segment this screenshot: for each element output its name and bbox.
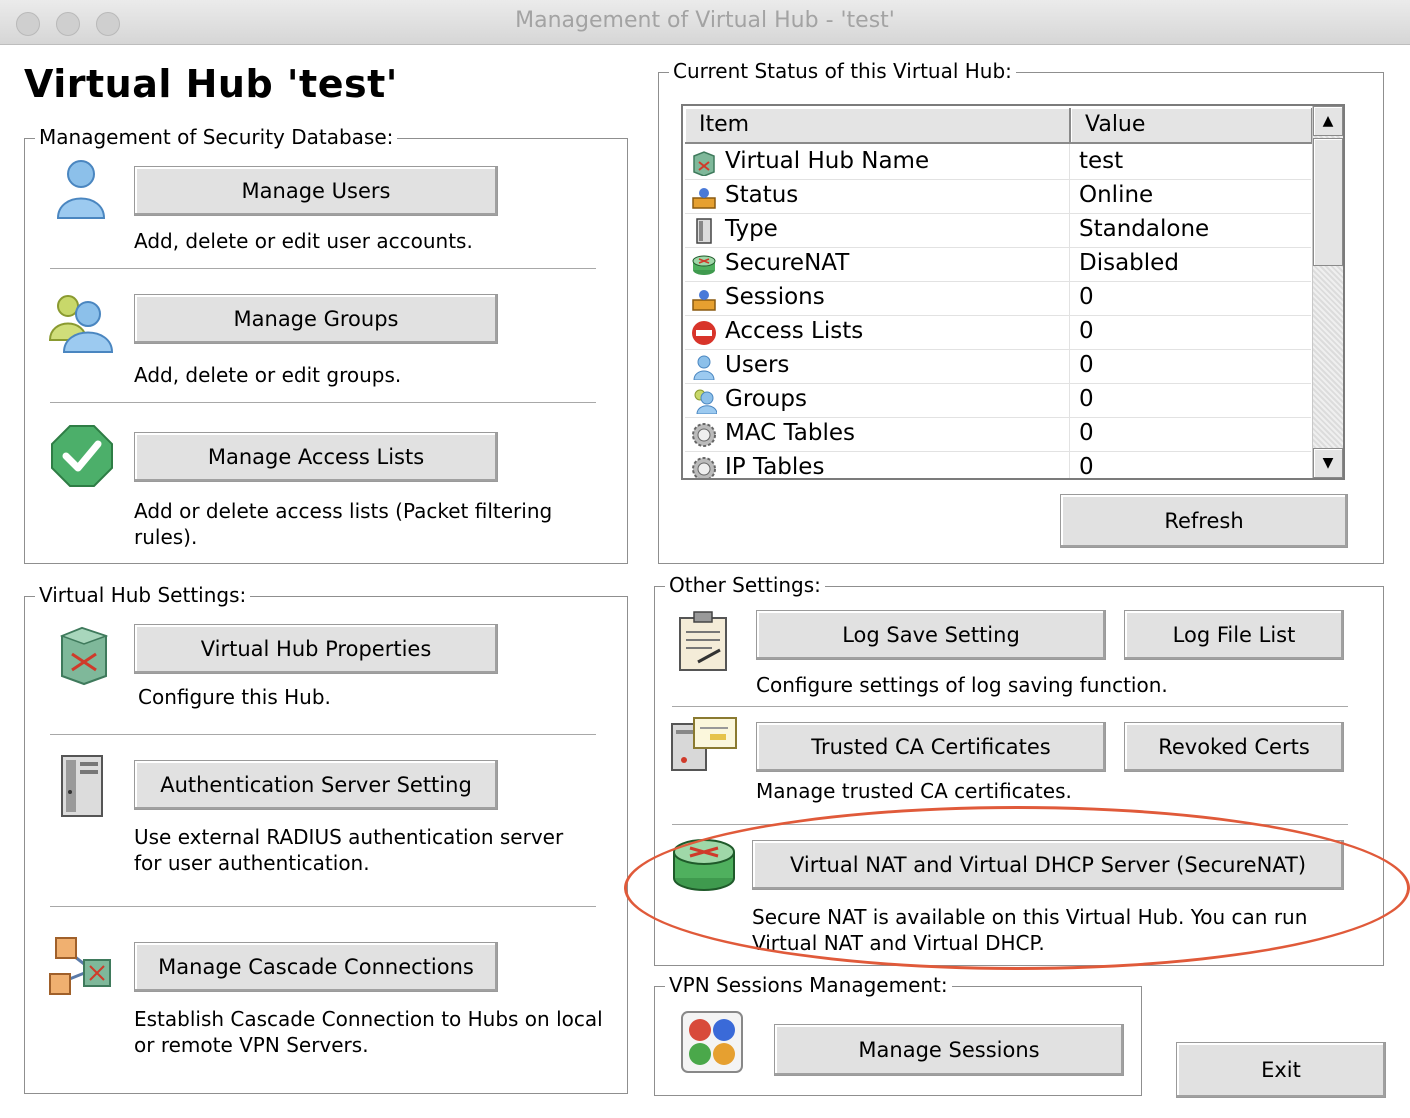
status-row[interactable]: MAC Tables 0 (685, 418, 1311, 452)
status-item-value: 0 (1079, 386, 1094, 412)
status-item-value: Online (1079, 182, 1154, 208)
current-status-legend: Current Status of this Virtual Hub: (669, 59, 1016, 83)
status-item-label: Status (725, 182, 799, 208)
status-item-value: 0 (1079, 284, 1094, 310)
virtual-hub-properties-desc: Configure this Hub. (138, 685, 331, 709)
status-list-view[interactable]: Item Value Virtual Hub Name test Status Onl… (681, 104, 1345, 480)
authentication-server-desc: Use external RADIUS authentication serve… (134, 825, 564, 875)
status-item-value: 0 (1079, 420, 1094, 446)
status-row[interactable]: IP Tables 0 (685, 452, 1311, 480)
status-item-label: Type (725, 216, 778, 242)
user-icon (56, 160, 106, 219)
log-save-setting-button[interactable]: Log Save Setting (756, 610, 1106, 660)
status-item-value: 0 (1079, 454, 1094, 480)
router-icon (692, 255, 716, 275)
checkmark-icon (51, 425, 113, 487)
status-row[interactable]: Sessions 0 (685, 282, 1311, 316)
separator (50, 268, 596, 272)
log-save-desc: Configure settings of log saving functio… (756, 673, 1168, 697)
no-entry-icon (692, 321, 716, 345)
status-item-label: Virtual Hub Name (725, 148, 930, 174)
separator (50, 402, 596, 406)
manage-cascade-desc: Establish Cascade Connection to Hubs on … (134, 1007, 603, 1057)
scroll-down-button[interactable]: ▼ (1313, 448, 1343, 478)
gear-icon (692, 423, 716, 447)
separator (50, 734, 596, 738)
column-header-item[interactable]: Item (685, 108, 1071, 144)
column-header-value[interactable]: Value (1071, 108, 1313, 144)
status-item-label: SecureNAT (725, 250, 850, 276)
vertical-scrollbar[interactable]: ▲ ▼ (1312, 106, 1343, 478)
authentication-server-button[interactable]: Authentication Server Setting (134, 760, 498, 810)
status-item-label: MAC Tables (725, 420, 856, 446)
status-item-value: Disabled (1079, 250, 1179, 276)
virtual-hub-properties-button[interactable]: Virtual Hub Properties (134, 624, 498, 674)
vpn-sessions-legend: VPN Sessions Management: (665, 973, 952, 997)
status-row[interactable]: Users 0 (685, 350, 1311, 384)
status-row[interactable]: Type Standalone (685, 214, 1311, 248)
group-icon (48, 295, 114, 353)
arrow-up-icon: ▲ (1322, 113, 1334, 129)
log-file-list-button[interactable]: Log File List (1124, 610, 1344, 660)
window-titlebar[interactable]: Management of Virtual Hub - 'test' (0, 0, 1410, 45)
status-icon (692, 188, 716, 209)
server-icon (696, 218, 712, 244)
manage-sessions-button[interactable]: Manage Sessions (774, 1024, 1124, 1076)
manage-access-lists-desc: Add or delete access lists (Packet filte… (134, 499, 553, 549)
status-row[interactable]: Access Lists 0 (685, 316, 1311, 350)
manage-users-desc: Add, delete or edit user accounts. (134, 229, 473, 253)
user-icon (693, 355, 715, 380)
manage-groups-desc: Add, delete or edit groups. (134, 363, 402, 387)
revoked-certs-button[interactable]: Revoked Certs (1124, 722, 1344, 772)
status-item-label: Users (725, 352, 790, 378)
group-icon (694, 389, 717, 414)
exit-button[interactable]: Exit (1176, 1042, 1386, 1098)
page-title: Virtual Hub 'test' (24, 62, 398, 106)
hub-settings-legend: Virtual Hub Settings: (35, 583, 251, 607)
hub-icon (59, 626, 109, 686)
status-item-value: test (1079, 148, 1124, 174)
sessions-icon (692, 290, 716, 311)
highlight-oval (624, 806, 1410, 970)
separator (50, 906, 596, 910)
trusted-ca-desc: Manage trusted CA certificates. (756, 779, 1072, 803)
manage-access-lists-button[interactable]: Manage Access Lists (134, 432, 498, 482)
trusted-ca-button[interactable]: Trusted CA Certificates (756, 722, 1106, 772)
separator (672, 706, 1348, 710)
gear-icon (692, 457, 716, 478)
certificate-icon (671, 717, 737, 771)
status-row[interactable]: Status Online (685, 180, 1311, 214)
status-item-label: Sessions (725, 284, 825, 310)
status-row[interactable]: Virtual Hub Name test (685, 146, 1311, 180)
status-item-label: Access Lists (725, 318, 864, 344)
status-item-label: Groups (725, 386, 808, 412)
status-row[interactable]: SecureNAT Disabled (685, 248, 1311, 282)
sessions-icon (681, 1011, 743, 1073)
manage-users-button[interactable]: Manage Users (134, 166, 498, 216)
server-icon (61, 755, 103, 817)
scrollbar-thumb[interactable] (1313, 138, 1343, 266)
arrow-down-icon: ▼ (1322, 455, 1334, 471)
status-row[interactable]: Groups 0 (685, 384, 1311, 418)
refresh-button[interactable]: Refresh (1060, 494, 1348, 548)
hub-icon (693, 151, 715, 176)
window-title: Management of Virtual Hub - 'test' (515, 8, 895, 33)
other-settings-legend: Other Settings: (665, 573, 825, 597)
cascade-icon (49, 937, 111, 995)
log-document-icon (679, 611, 727, 671)
status-item-value: 0 (1079, 318, 1094, 344)
status-item-label: IP Tables (725, 454, 825, 480)
status-item-value: 0 (1079, 352, 1094, 378)
security-database-legend: Management of Security Database: (35, 125, 398, 149)
status-item-value: Standalone (1079, 216, 1210, 242)
scroll-up-button[interactable]: ▲ (1313, 106, 1343, 136)
manage-groups-button[interactable]: Manage Groups (134, 294, 498, 344)
manage-cascade-button[interactable]: Manage Cascade Connections (134, 942, 498, 992)
